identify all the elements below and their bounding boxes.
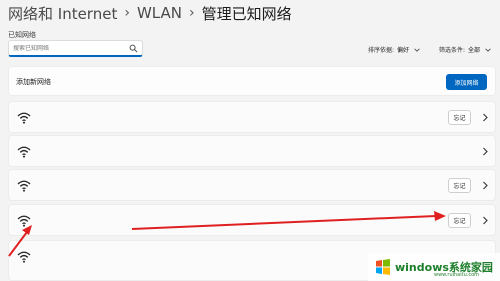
- wifi-icon: [17, 180, 31, 192]
- sort-by-dropdown[interactable]: 排序依据: 偏好: [368, 45, 421, 54]
- network-row[interactable]: 忘记: [8, 101, 496, 133]
- search-box[interactable]: [8, 40, 143, 57]
- chevron-down-icon: [414, 48, 420, 52]
- chevron-down-icon: [485, 48, 491, 52]
- windows-logo-icon: [376, 259, 390, 275]
- breadcrumb-separator: ›: [188, 5, 195, 21]
- forget-button[interactable]: 忘记: [448, 110, 471, 125]
- forget-button[interactable]: 忘记: [448, 178, 471, 193]
- breadcrumb-network-internet[interactable]: 网络和 Internet: [8, 3, 117, 24]
- network-row[interactable]: 忘记: [8, 169, 496, 201]
- chevron-right-icon[interactable]: [480, 112, 490, 123]
- filter-by-label: 筛选条件:: [439, 47, 466, 54]
- wifi-icon: [17, 215, 31, 227]
- sort-by-value: 偏好: [397, 47, 410, 54]
- chevron-right-icon[interactable]: [480, 215, 490, 226]
- chevron-right-icon[interactable]: [480, 146, 490, 157]
- network-row[interactable]: 忘记: [8, 204, 496, 236]
- network-row[interactable]: [8, 135, 496, 167]
- chevron-right-icon[interactable]: [480, 180, 490, 191]
- watermark: windows系统家园 www.ruihaitu.com: [368, 253, 500, 281]
- known-networks-label: 已知网络: [8, 31, 36, 39]
- watermark-url: www.ruihaitu.com: [434, 272, 480, 278]
- page-title: 管理已知网络: [201, 4, 292, 23]
- wifi-icon: [17, 112, 31, 124]
- search-input[interactable]: [13, 44, 125, 52]
- add-network-button[interactable]: 添加网络: [446, 74, 487, 90]
- add-network-label: 添加新网络: [16, 78, 51, 86]
- filter-by-dropdown[interactable]: 筛选条件: 全部: [439, 45, 492, 54]
- filter-by-value: 全部: [468, 47, 481, 54]
- add-network-card: 添加新网络 添加网络: [8, 66, 496, 96]
- breadcrumb: 网络和 Internet › WLAN › 管理已知网络: [8, 3, 292, 23]
- wifi-icon: [17, 251, 31, 263]
- wifi-icon: [17, 146, 31, 158]
- sort-by-label: 排序依据:: [368, 47, 395, 54]
- search-icon[interactable]: [129, 44, 138, 53]
- breadcrumb-separator: ›: [124, 5, 130, 21]
- breadcrumb-wlan[interactable]: WLAN: [137, 4, 182, 22]
- forget-button[interactable]: 忘记: [448, 213, 471, 228]
